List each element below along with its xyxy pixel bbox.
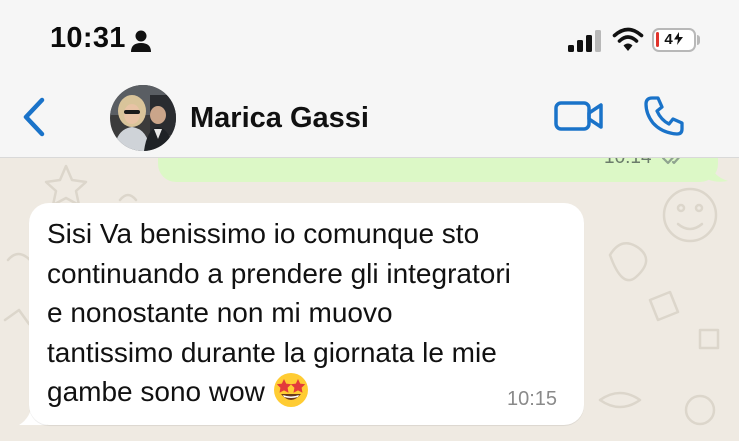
status-time: 10:31 (50, 22, 126, 54)
avatar-photo (110, 85, 176, 151)
battery-level: 4 (664, 31, 673, 48)
message-line: e nonostante non mi muovo (47, 297, 393, 328)
top-bar: 10:31 4 Marica Gassi (0, 0, 739, 158)
person-icon (131, 30, 151, 52)
chat-header: Marica Gassi (0, 80, 739, 157)
message-line: Sisi Va benissimo io comunque sto (47, 218, 480, 249)
wifi-icon (612, 27, 644, 51)
battery-nub (697, 35, 700, 45)
voice-call-button[interactable] (642, 94, 686, 138)
phone-icon (644, 96, 684, 136)
bolt-icon (673, 32, 683, 45)
incoming-message-text: Sisi Va benissimo io comunque sto contin… (47, 214, 577, 412)
incoming-message-time: 10:15 (507, 388, 558, 410)
message-line: continuando a prendere gli integratori (47, 257, 511, 289)
status-bar: 10:31 4 (0, 0, 739, 80)
message-line: tantissimo durante la giornata le mie (47, 336, 497, 368)
message-line: gambe sono wow (47, 376, 265, 407)
contact-name[interactable]: Marica Gassi (190, 102, 369, 135)
star-struck-emoji-icon (273, 373, 308, 407)
outgoing-bubble-tail (700, 162, 728, 182)
video-camera-icon (554, 101, 603, 131)
chevron-left-icon (23, 97, 45, 137)
battery-low-charging-icon: 4 (652, 28, 696, 52)
video-call-button[interactable] (553, 98, 605, 134)
cellular-signal-icon (568, 30, 601, 52)
contact-avatar[interactable] (110, 85, 176, 151)
back-button[interactable] (14, 92, 54, 142)
